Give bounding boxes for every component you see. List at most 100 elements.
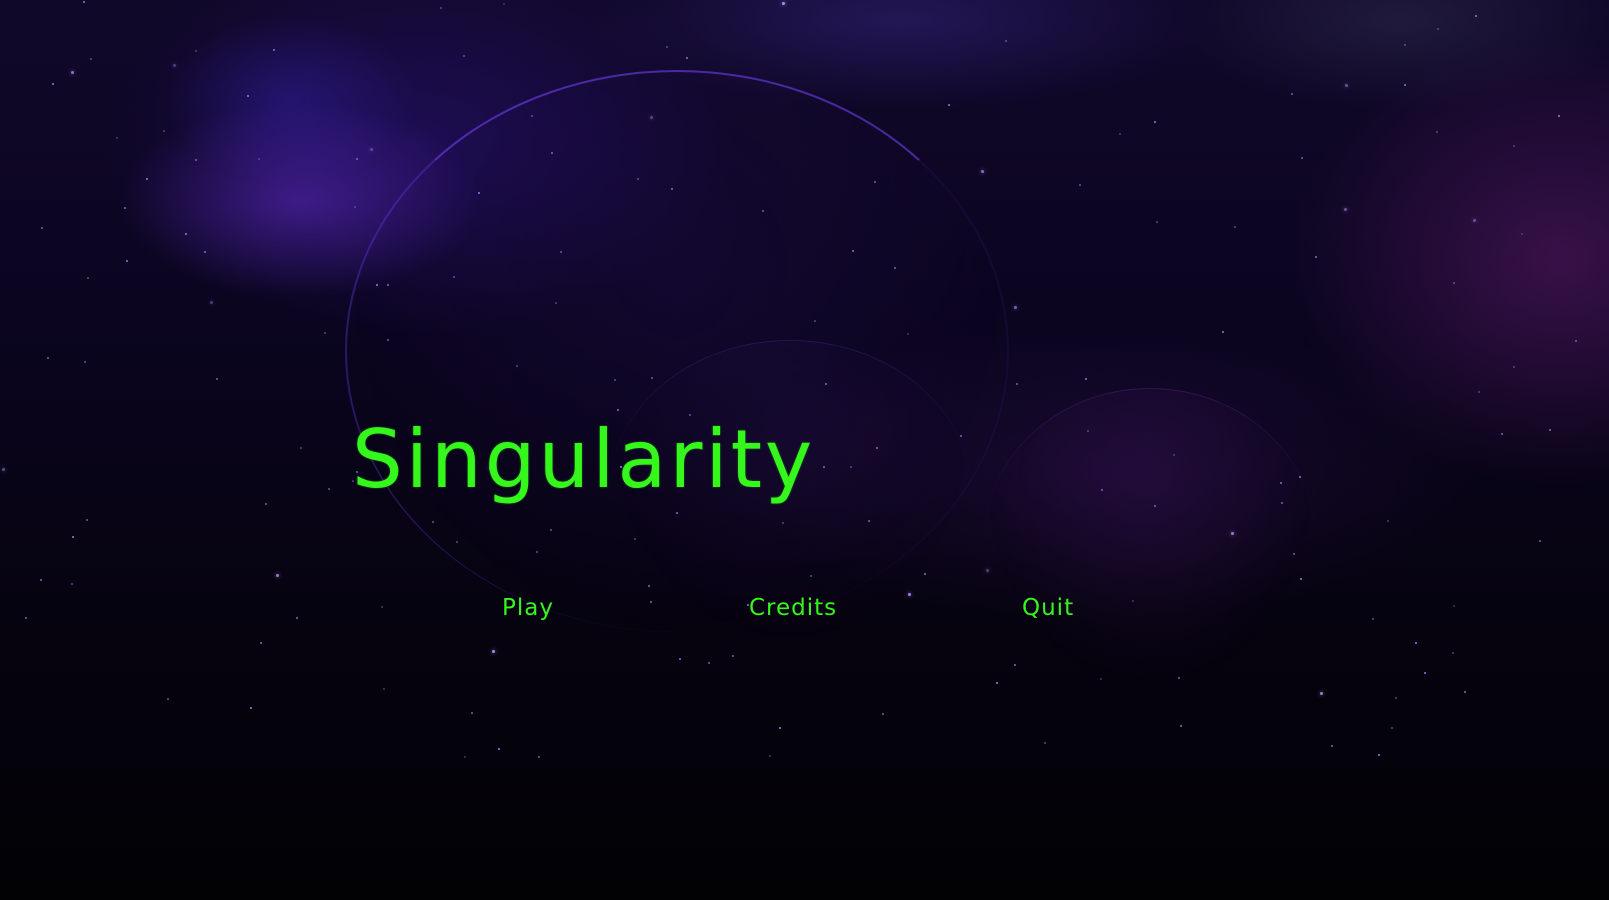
star-decoration — [356, 158, 358, 160]
star-decoration — [1539, 540, 1541, 542]
star-decoration — [708, 662, 710, 664]
star-decoration — [2, 468, 5, 471]
star-decoration — [1453, 605, 1455, 607]
star-decoration — [387, 339, 389, 341]
quit-button[interactable]: Quit — [1022, 594, 1074, 622]
star-decoration — [825, 383, 827, 385]
star-decoration — [1119, 133, 1121, 135]
star-decoration — [1154, 121, 1156, 123]
star-decoration — [1222, 331, 1224, 333]
star-decoration — [823, 466, 825, 468]
star-decoration — [1478, 391, 1480, 393]
star-decoration — [1085, 378, 1087, 380]
star-decoration — [90, 58, 92, 60]
star-decoration — [25, 617, 27, 619]
star-decoration — [1475, 15, 1477, 17]
star-decoration — [648, 585, 650, 587]
star-decoration — [560, 251, 562, 253]
star-decoration — [779, 727, 781, 729]
star-decoration — [614, 379, 616, 381]
star-decoration — [948, 104, 950, 106]
star-decoration — [671, 188, 673, 190]
star-decoration — [1473, 219, 1476, 222]
star-decoration — [1234, 226, 1236, 228]
star-decoration — [536, 551, 538, 553]
star-decoration — [167, 698, 169, 700]
star-decoration — [87, 277, 89, 279]
star-decoration — [47, 357, 49, 359]
star-decoration — [762, 210, 764, 212]
background-planet-right — [985, 388, 1315, 689]
star-decoration — [276, 574, 279, 577]
star-decoration — [328, 488, 330, 490]
star-decoration — [1280, 482, 1282, 484]
star-decoration — [1378, 754, 1380, 756]
star-decoration — [538, 756, 540, 758]
star-decoration — [116, 137, 118, 139]
star-decoration — [516, 365, 518, 367]
star-decoration — [1501, 433, 1503, 435]
star-decoration — [492, 650, 495, 653]
star-decoration — [163, 130, 165, 132]
star-decoration — [1156, 221, 1158, 223]
star-decoration — [1575, 340, 1577, 342]
star-decoration — [782, 2, 785, 5]
star-decoration — [464, 756, 466, 758]
star-decoration — [650, 116, 653, 119]
star-decoration — [651, 377, 653, 379]
star-decoration — [986, 569, 989, 572]
star-decoration — [126, 260, 128, 262]
star-decoration — [1154, 505, 1156, 507]
background-planet-large — [345, 70, 1009, 632]
star-decoration — [1300, 578, 1302, 580]
star-decoration — [387, 284, 389, 286]
star-decoration — [1101, 489, 1103, 491]
star-decoration — [1079, 184, 1081, 186]
star-decoration — [981, 170, 984, 173]
star-decoration — [1436, 131, 1438, 133]
star-decoration — [432, 521, 434, 523]
star-decoration — [1180, 725, 1182, 727]
star-decoration — [204, 251, 206, 253]
star-decoration — [173, 64, 176, 67]
star-decoration — [260, 642, 262, 644]
star-decoration — [1345, 84, 1348, 87]
star-decoration — [555, 302, 557, 304]
star-decoration — [1173, 454, 1175, 456]
star-decoration — [1404, 84, 1406, 86]
star-decoration — [1395, 697, 1397, 699]
star-decoration — [1044, 742, 1046, 744]
star-decoration — [1291, 93, 1293, 95]
star-decoration — [732, 655, 734, 657]
star-decoration — [550, 529, 552, 531]
star-decoration — [324, 332, 326, 334]
star-decoration — [868, 520, 870, 522]
star-decoration — [769, 755, 771, 757]
star-decoration — [247, 95, 249, 97]
star-decoration — [383, 688, 385, 690]
star-decoration — [810, 575, 812, 577]
star-decoration — [676, 512, 678, 514]
star-decoration — [1299, 476, 1301, 478]
star-decoration — [370, 148, 373, 151]
star-decoration — [1513, 145, 1515, 147]
star-decoration — [1087, 430, 1089, 432]
star-decoration — [456, 541, 458, 543]
star-decoration — [498, 748, 500, 750]
star-decoration — [72, 536, 74, 538]
star-decoration — [1391, 727, 1393, 729]
star-decoration — [71, 71, 74, 74]
star-decoration — [908, 593, 911, 596]
play-button[interactable]: Play — [502, 594, 554, 622]
star-decoration — [650, 601, 652, 603]
star-decoration — [1231, 532, 1234, 535]
star-decoration — [1549, 429, 1551, 431]
star-decoration — [907, 333, 909, 335]
star-decoration — [531, 115, 533, 117]
credits-button[interactable]: Credits — [749, 594, 837, 622]
star-decoration — [1293, 553, 1295, 555]
game-title: Singularity — [352, 413, 816, 506]
star-decoration — [876, 447, 878, 449]
star-decoration — [1521, 233, 1523, 235]
star-decoration — [814, 320, 816, 322]
